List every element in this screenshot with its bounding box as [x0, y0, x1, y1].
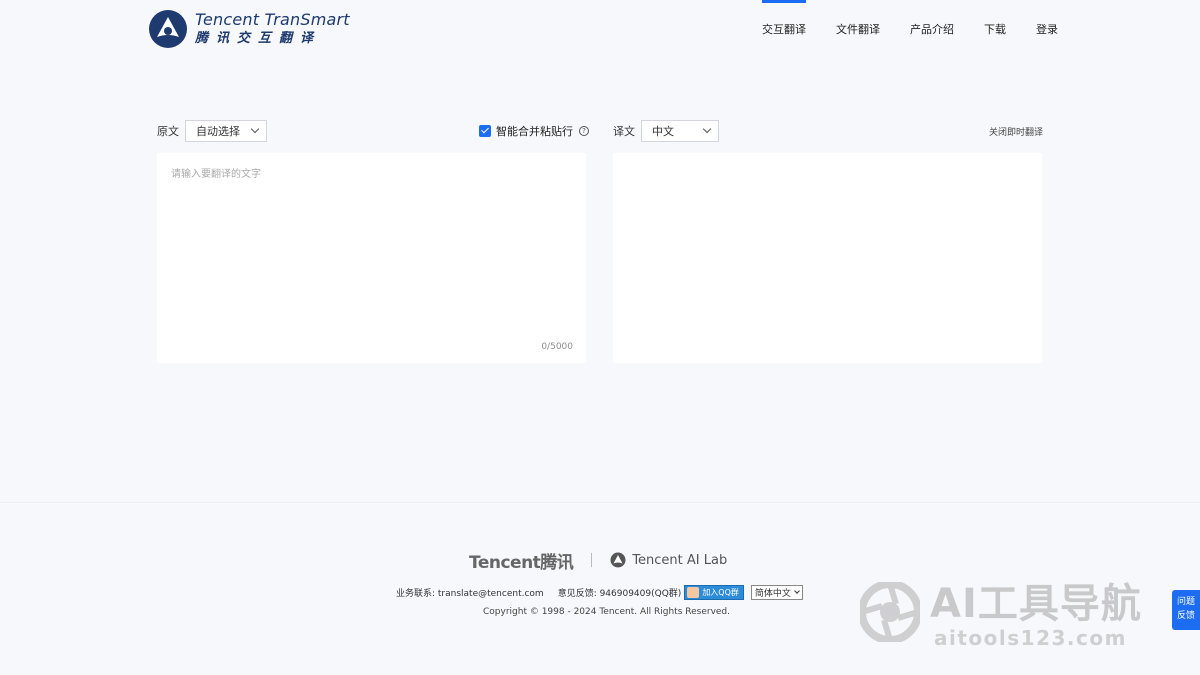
chevron-down-icon: [702, 124, 712, 134]
merge-paste-label[interactable]: 智能合并粘贴行: [496, 123, 573, 139]
footer-contact: 业务联系: translate@tencent.com 意见反馈: 946909…: [396, 584, 803, 600]
close-instant-translate-link[interactable]: 关闭即时翻译: [989, 125, 1043, 138]
tencent-logo: Tencent腾讯: [469, 552, 574, 573]
transmart-logo-icon: [149, 10, 187, 48]
business-contact: 业务联系: translate@tencent.com: [396, 588, 544, 599]
merge-paste-option: 智能合并粘贴行 ?: [479, 120, 589, 142]
translation-output-panel: [613, 153, 1042, 363]
site-language-value: 简体中文: [754, 588, 791, 599]
footer-brands: Tencent腾讯 Tencent AI Lab: [469, 549, 727, 573]
ai-lab-icon: [610, 552, 626, 568]
source-label: 原文: [157, 125, 179, 138]
chevron-down-icon: [794, 587, 800, 594]
feedback-line-2: 反馈: [1176, 611, 1195, 621]
join-qq-label: 加入QQ群: [702, 587, 739, 597]
watermark-subtitle: aitools123.com: [934, 626, 1127, 650]
feedback-qq-text: 意见反馈: 946909409(QQ群): [557, 588, 682, 599]
source-text-panel: 0/5000: [157, 153, 586, 363]
target-toolbar: 译文 中文: [613, 120, 719, 142]
site-language-select[interactable]: 简体中文: [750, 584, 803, 600]
target-label: 译文: [613, 125, 635, 138]
join-qq-group-button[interactable]: 加入QQ群: [684, 584, 744, 600]
feedback-line-1: 问题: [1176, 597, 1195, 607]
nav-download[interactable]: 下载: [984, 0, 1006, 60]
target-language-select[interactable]: 中文: [641, 120, 719, 142]
logo-text-en: Tencent TranSmart: [195, 10, 350, 29]
source-language-value: 自动选择: [196, 125, 240, 138]
nav-file-translate[interactable]: 文件翻译: [836, 0, 880, 60]
nav-interactive-translate[interactable]: 交互翻译: [762, 0, 806, 60]
question-circle-icon[interactable]: ?: [579, 126, 589, 136]
footer-divider: [0, 502, 1200, 503]
nav-product-intro[interactable]: 产品介绍: [910, 0, 954, 60]
tencent-ai-lab-logo: Tencent AI Lab: [610, 552, 727, 568]
watermark-title: AI工具导航: [930, 581, 1142, 627]
source-toolbar: 原文 自动选择: [157, 120, 267, 142]
tencent-transmart-logo[interactable]: Tencent TranSmart 腾讯交互翻译: [148, 9, 350, 49]
merge-paste-checkbox[interactable]: [479, 125, 491, 137]
aitools-watermark: AI工具导航 aitools123.com: [860, 582, 1142, 650]
aperture-icon: [860, 582, 920, 642]
copyright: Copyright © 1998 - 2024 Tencent. All Rig…: [483, 607, 731, 617]
side-feedback-button[interactable]: 问题 反馈: [1172, 590, 1200, 630]
source-text-input[interactable]: [171, 165, 571, 335]
qq-avatar-icon: [687, 586, 700, 598]
chevron-down-icon: [250, 124, 260, 134]
nav-login[interactable]: 登录: [1036, 0, 1058, 60]
top-nav: 交互翻译 文件翻译 产品介绍 下载 登录: [732, 0, 1058, 60]
target-language-value: 中文: [652, 125, 674, 138]
brand-separator: [591, 553, 593, 567]
ai-lab-text: Tencent AI Lab: [632, 552, 728, 568]
source-language-select[interactable]: 自动选择: [185, 120, 267, 142]
header: Tencent TranSmart 腾讯交互翻译 交互翻译 文件翻译 产品介绍 …: [0, 0, 1200, 60]
logo-text-cn: 腾讯交互翻译: [195, 31, 322, 46]
character-counter: 0/5000: [541, 342, 573, 352]
